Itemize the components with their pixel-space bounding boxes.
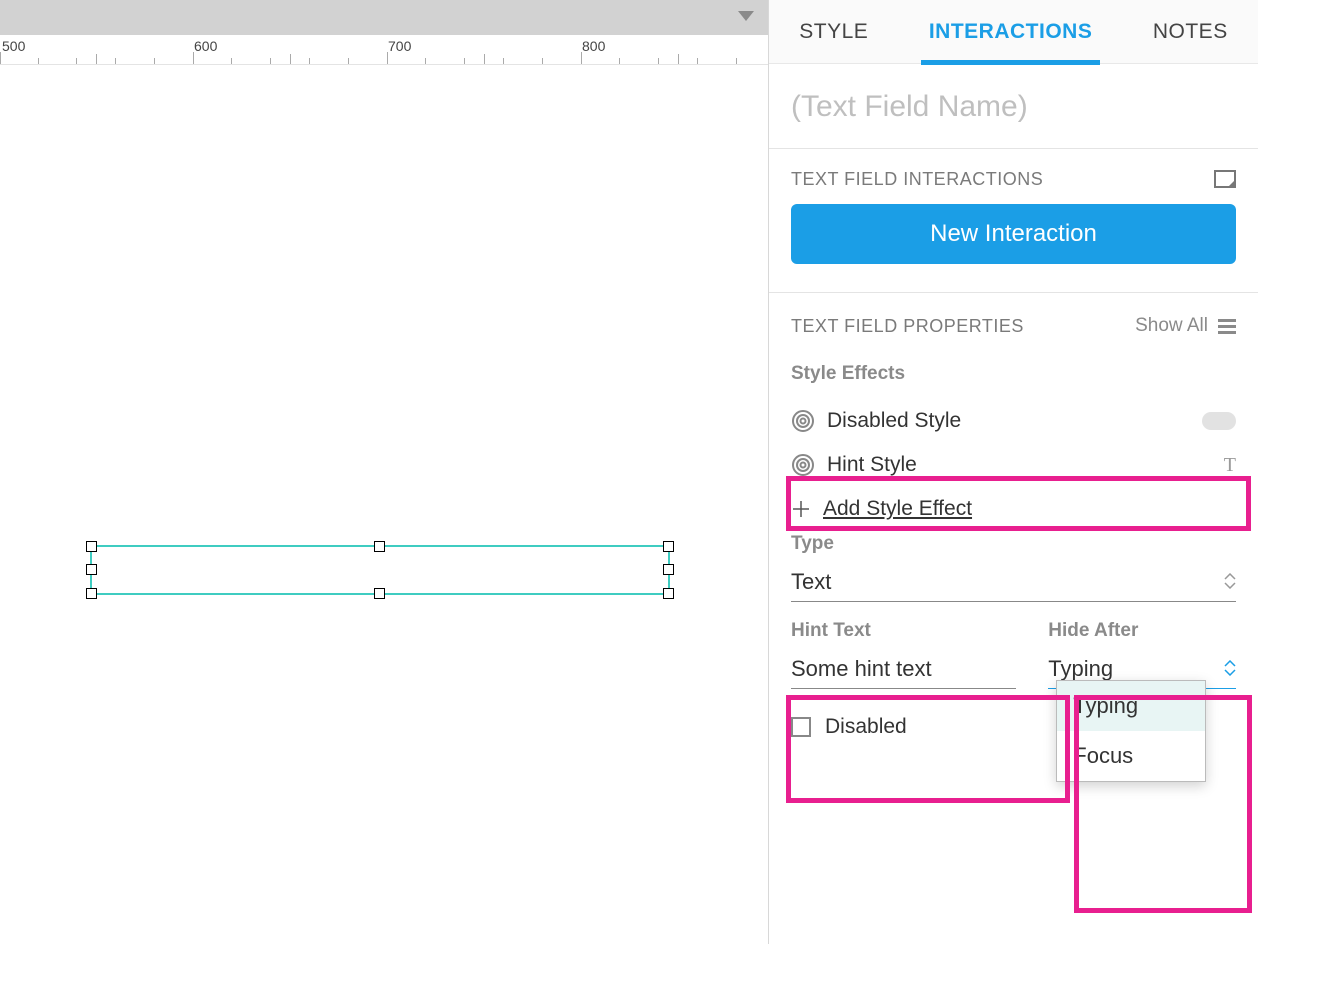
add-style-effect-button[interactable]: Add Style Effect	[791, 487, 1236, 525]
resize-handle[interactable]	[663, 564, 674, 575]
show-all-label: Show All	[1135, 315, 1208, 337]
disabled-label: Disabled	[825, 715, 907, 739]
field-label: Type	[791, 533, 1236, 555]
resize-handle[interactable]	[374, 541, 385, 552]
stepper-icon	[1224, 573, 1236, 591]
add-label: Add Style Effect	[823, 497, 972, 521]
dropdown-option[interactable]: Typing	[1057, 681, 1205, 731]
field-label: Hide After	[1048, 620, 1236, 642]
new-interaction-button[interactable]: New Interaction	[791, 204, 1236, 264]
page-bar	[0, 0, 768, 35]
type-value: Text	[791, 563, 831, 601]
disabled-checkbox[interactable]	[791, 717, 811, 737]
group-label: Style Effects	[791, 363, 1236, 385]
menu-icon	[1218, 319, 1236, 334]
ruler-tick: 500	[2, 38, 25, 54]
effect-label: Hint Style	[827, 453, 917, 477]
show-all-button[interactable]: Show All	[1135, 315, 1236, 337]
ruler-tick: 600	[194, 38, 217, 54]
effect-row-hint-style[interactable]: Hint Style T	[791, 443, 1236, 487]
canvas[interactable]	[0, 65, 768, 944]
effect-row-disabled-style[interactable]: Disabled Style	[791, 399, 1236, 443]
tab-notes[interactable]: NOTES	[1145, 2, 1236, 62]
hide-after-dropdown: Typing Focus	[1056, 680, 1206, 782]
resize-handle[interactable]	[86, 541, 97, 552]
inspector-panel: STYLE INTERACTIONS NOTES TEXT FIELD INTE…	[768, 0, 1258, 944]
plus-icon	[791, 499, 811, 519]
ruler-tick: 800	[582, 38, 605, 54]
panel-tabs: STYLE INTERACTIONS NOTES	[769, 0, 1258, 64]
tab-interactions[interactable]: INTERACTIONS	[921, 2, 1101, 62]
resize-handle[interactable]	[374, 588, 385, 599]
hint-text-input[interactable]	[791, 650, 1016, 689]
resize-handle[interactable]	[86, 588, 97, 599]
toggle[interactable]	[1202, 412, 1236, 430]
resize-handle[interactable]	[663, 588, 674, 599]
field-label: Hint Text	[791, 620, 1016, 642]
tab-style[interactable]: STYLE	[791, 2, 876, 62]
canvas-area: 500 600 700 800	[0, 0, 768, 944]
target-icon	[791, 453, 815, 477]
target-icon	[791, 409, 815, 433]
stepper-icon	[1224, 660, 1236, 678]
expand-icon[interactable]	[1214, 170, 1236, 190]
selected-text-field[interactable]	[90, 545, 670, 595]
ruler-tick: 700	[388, 38, 411, 54]
type-select[interactable]: Text	[791, 563, 1236, 602]
section-title: TEXT FIELD PROPERTIES	[791, 316, 1024, 337]
chevron-down-icon[interactable]	[738, 10, 754, 28]
effect-label: Disabled Style	[827, 409, 961, 433]
resize-handle[interactable]	[86, 564, 97, 575]
section-title: TEXT FIELD INTERACTIONS	[791, 169, 1043, 190]
ruler-horizontal: 500 600 700 800	[0, 35, 768, 65]
text-style-icon: T	[1202, 454, 1236, 477]
resize-handle[interactable]	[663, 541, 674, 552]
widget-name-input[interactable]	[791, 64, 1236, 148]
dropdown-option[interactable]: Focus	[1057, 731, 1205, 781]
